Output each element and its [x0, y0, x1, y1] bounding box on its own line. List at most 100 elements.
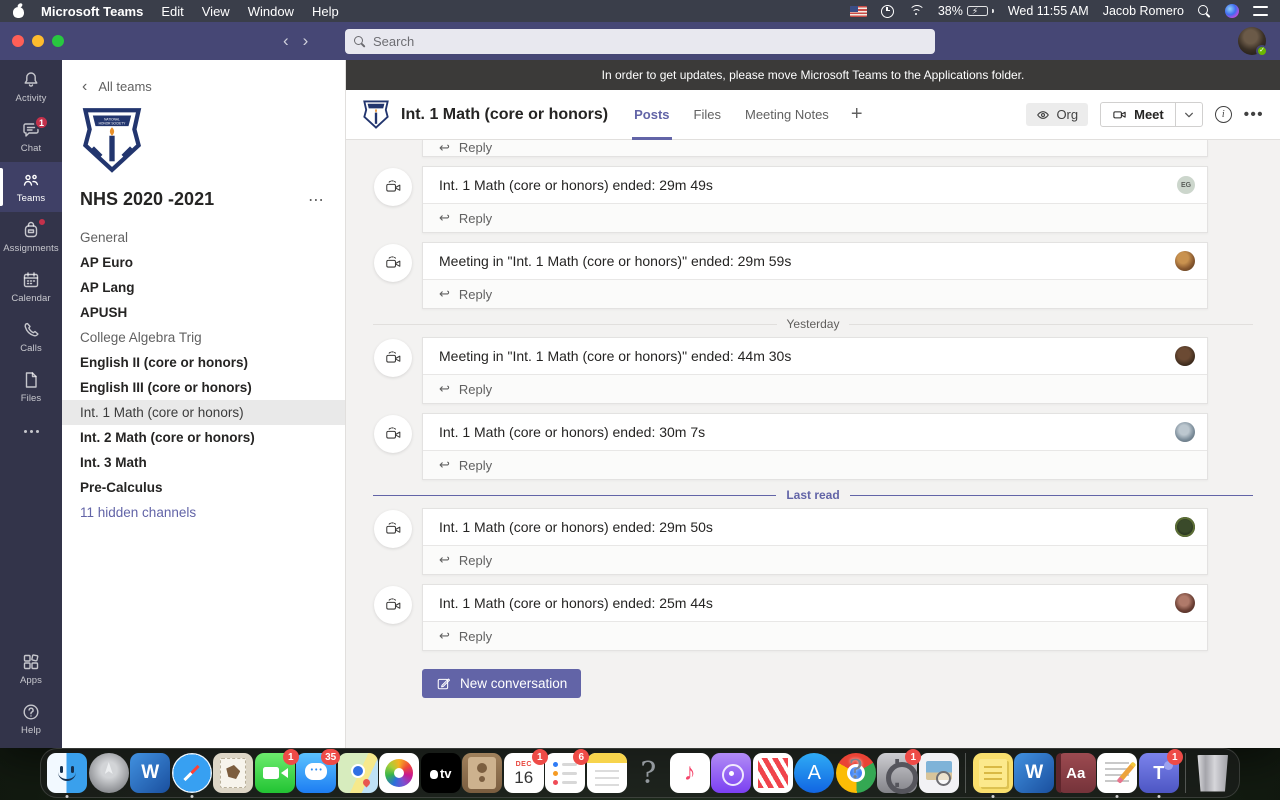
menu-user-name[interactable]: Jacob Romero — [1103, 4, 1184, 18]
channel-college-algebra-trig[interactable]: College Algebra Trig — [62, 325, 345, 350]
dock-stickies-icon[interactable] — [972, 753, 1013, 798]
window-titlebar: ‹ › ✓ — [0, 22, 1280, 60]
rail-item-calendar[interactable]: Calendar — [0, 262, 62, 312]
reply-button[interactable]: Reply — [423, 140, 1207, 156]
nav-forward-icon[interactable]: › — [303, 31, 309, 51]
dock-news-icon[interactable] — [752, 753, 793, 793]
menu-view[interactable]: View — [202, 4, 230, 19]
menu-help[interactable]: Help — [312, 4, 339, 19]
tab-meeting-notes[interactable]: Meeting Notes — [743, 90, 831, 140]
dock-messages-icon[interactable]: 35 — [296, 749, 341, 793]
team-logo-nhs[interactable]: NATIONAL HONOR SOCIETY — [80, 107, 144, 173]
reply-button[interactable]: Reply — [423, 203, 1207, 232]
menu-app-name[interactable]: Microsoft Teams — [41, 4, 143, 19]
reply-button[interactable]: Reply — [423, 621, 1207, 650]
dock-trash-icon[interactable] — [1197, 754, 1229, 792]
search-bar[interactable] — [345, 29, 935, 54]
wifi-icon[interactable] — [908, 5, 925, 17]
dock-app-store-icon[interactable]: A — [794, 753, 835, 793]
dock-notes-icon[interactable] — [586, 753, 627, 793]
zoom-window-button[interactable] — [52, 35, 64, 47]
team-name: NHS 2020 -2021 — [80, 189, 215, 209]
rail-item-files[interactable]: Files — [0, 362, 62, 412]
dock-facetime-icon[interactable]: 1 — [254, 749, 299, 793]
new-conversation-button[interactable]: New conversation — [422, 669, 582, 698]
hidden-channels-link[interactable]: 11 hidden channels — [62, 500, 345, 525]
reply-arrow-icon — [439, 628, 450, 644]
add-tab-button[interactable]: + — [851, 90, 863, 140]
time-machine-icon[interactable] — [880, 4, 894, 18]
reply-button[interactable]: Reply — [423, 450, 1207, 479]
channel-more-options-icon[interactable]: ••• — [1244, 106, 1264, 123]
dock-system-preferences-icon[interactable]: 1 — [877, 749, 922, 794]
tab-posts[interactable]: Posts — [632, 90, 671, 140]
tab-files[interactable]: Files — [692, 90, 723, 140]
channel-general[interactable]: General — [62, 225, 345, 250]
channel-ap-euro[interactable]: AP Euro — [62, 250, 345, 275]
battery-indicator[interactable]: 38% ⚡ — [938, 4, 994, 18]
meeting-icon — [374, 510, 412, 548]
rail-item-calls[interactable]: Calls — [0, 312, 62, 362]
dock-word-2-icon[interactable]: W — [1014, 753, 1055, 793]
dock-chrome-icon[interactable]: ? — [835, 753, 876, 793]
rail-item-activity[interactable]: Activity — [0, 62, 62, 112]
dock-music-icon[interactable]: ♪ — [669, 753, 710, 793]
channel-english-3[interactable]: English III (core or honors) — [62, 375, 345, 400]
rail-item-teams[interactable]: Teams — [0, 162, 62, 212]
reply-button[interactable]: Reply — [423, 374, 1207, 403]
dock-finder-icon[interactable] — [47, 753, 88, 798]
dock-preview-icon[interactable] — [918, 753, 959, 793]
channel-pre-calculus[interactable]: Pre-Calculus — [62, 475, 345, 500]
close-window-button[interactable] — [12, 35, 24, 47]
dock-dictionary-icon[interactable]: Aa — [1055, 753, 1096, 793]
rail-more-apps-button[interactable] — [0, 412, 62, 450]
search-icon — [354, 35, 366, 48]
channel-info-icon[interactable]: i — [1214, 106, 1232, 123]
rail-item-assignments[interactable]: Assignments — [0, 212, 62, 262]
apple-logo-icon[interactable] — [12, 4, 25, 19]
notification-center-icon[interactable] — [1253, 6, 1268, 16]
dock-maps-icon[interactable] — [337, 753, 378, 793]
menu-edit[interactable]: Edit — [161, 4, 183, 19]
siri-icon[interactable] — [1225, 4, 1239, 18]
dock-photos-icon[interactable] — [379, 753, 420, 793]
channel-int-2-math[interactable]: Int. 2 Math (core or honors) — [62, 425, 345, 450]
org-button[interactable]: Org — [1026, 103, 1089, 126]
dock-safari-icon[interactable] — [171, 753, 212, 798]
menu-clock[interactable]: Wed 11:55 AM — [1008, 4, 1089, 18]
dock-podcasts-icon[interactable] — [711, 753, 752, 793]
menu-window[interactable]: Window — [248, 4, 294, 19]
dock-teams-icon[interactable]: 1T — [1138, 749, 1183, 798]
dock-word-icon[interactable]: W — [130, 753, 171, 793]
dock-apple-tv-icon[interactable]: tv — [420, 753, 461, 793]
team-more-options-icon[interactable]: ⋯ — [308, 190, 325, 210]
back-to-all-teams[interactable]: ‹ All teams — [62, 60, 345, 95]
user-avatar[interactable]: ✓ — [1238, 27, 1268, 57]
dock-contacts-icon[interactable] — [462, 753, 503, 793]
spotlight-search-icon[interactable] — [1198, 4, 1211, 18]
search-input[interactable] — [373, 34, 926, 49]
channel-english-2[interactable]: English II (core or honors) — [62, 350, 345, 375]
channel-apush[interactable]: APUSH — [62, 300, 345, 325]
dock-mail-icon[interactable] — [213, 753, 254, 793]
dock-reminders-icon[interactable]: 6 — [545, 749, 590, 793]
meet-button[interactable]: Meet — [1100, 102, 1203, 127]
meet-dropdown-button[interactable] — [1176, 103, 1202, 126]
channel-ap-lang[interactable]: AP Lang — [62, 275, 345, 300]
dock-launchpad-icon[interactable] — [88, 753, 129, 793]
rail-item-help[interactable]: Help — [0, 698, 62, 748]
dock-calendar-icon[interactable]: 1 DEC 16 — [503, 749, 548, 793]
channel-int-3-math[interactable]: Int. 3 Math — [62, 450, 345, 475]
rail-item-apps[interactable]: Apps — [0, 648, 62, 698]
reply-button[interactable]: Reply — [423, 545, 1207, 574]
nav-back-icon[interactable]: ‹ — [283, 31, 289, 51]
meet-button-main[interactable]: Meet — [1101, 103, 1175, 126]
dock-missing-app-icon[interactable]: ? — [628, 753, 668, 793]
reply-button[interactable]: Reply — [423, 279, 1207, 308]
avatar-photo — [1175, 517, 1195, 537]
minimize-window-button[interactable] — [32, 35, 44, 47]
dock-textedit-icon[interactable] — [1097, 753, 1138, 798]
channel-int-1-math[interactable]: Int. 1 Math (core or honors) — [62, 400, 345, 425]
input-source-flag-icon[interactable] — [849, 5, 867, 17]
rail-item-chat[interactable]: 1 Chat — [0, 112, 62, 162]
